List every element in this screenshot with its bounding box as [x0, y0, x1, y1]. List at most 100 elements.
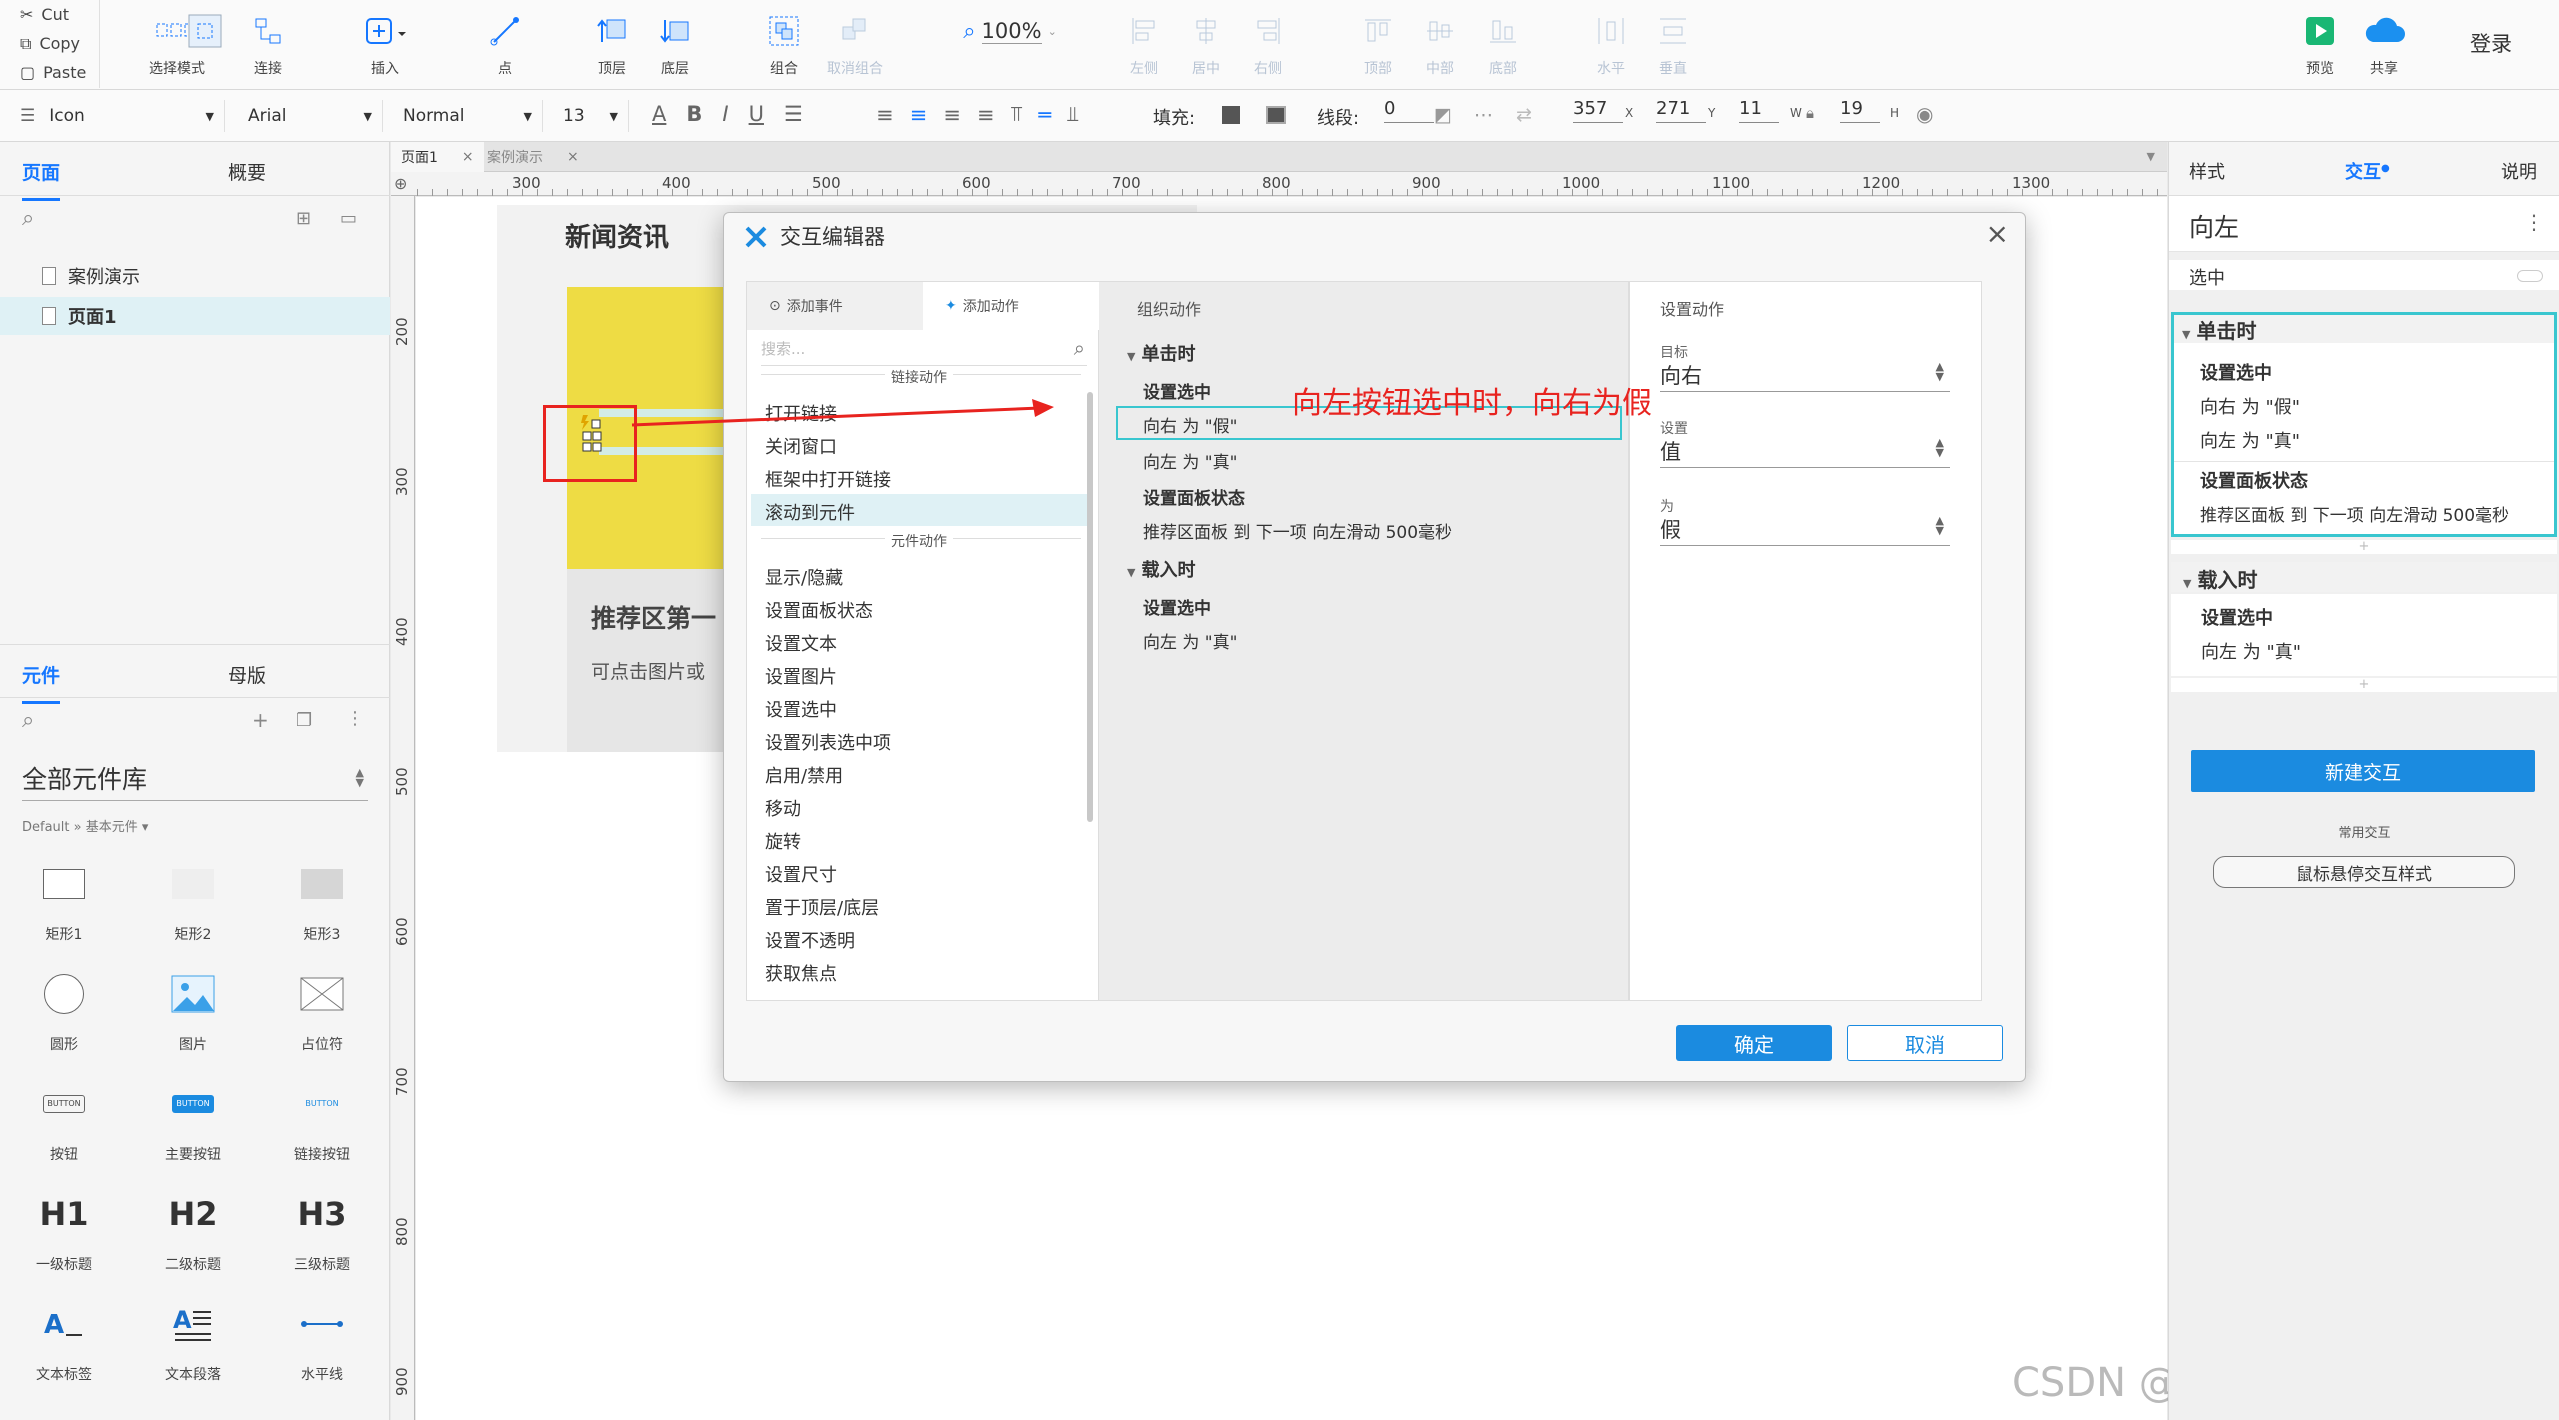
- italic-icon[interactable]: I: [722, 102, 728, 126]
- font-weight-select[interactable]: Normal ▼: [403, 100, 543, 132]
- state-selected-row[interactable]: 选中: [2169, 260, 2559, 290]
- widget-horizontal-line[interactable]: 水平线: [262, 1292, 382, 1384]
- close-icon[interactable]: ×: [567, 149, 579, 165]
- font-color-icon[interactable]: A: [652, 102, 666, 126]
- page-item-page1[interactable]: 页面1: [0, 297, 390, 335]
- width-input[interactable]: 11: [1739, 98, 1779, 123]
- close-icon[interactable]: ×: [462, 149, 474, 165]
- to-select[interactable]: 假 ▲ ▼: [1660, 510, 1950, 546]
- fill-color-swatch[interactable]: [1222, 106, 1240, 124]
- action-panel-next[interactable]: 推荐区面板 到 下一项 向左滑动 500毫秒: [1143, 518, 1452, 543]
- underline-icon[interactable]: U: [749, 102, 764, 126]
- height-input[interactable]: 19: [1840, 98, 1880, 123]
- ok-button[interactable]: 确定: [1676, 1025, 1832, 1061]
- widget-rect2[interactable]: 矩形2: [133, 852, 253, 944]
- element-name[interactable]: 向左: [2189, 208, 2239, 244]
- send-back-button[interactable]: 底层: [635, 10, 715, 78]
- tab-widgets[interactable]: 元件: [22, 661, 61, 704]
- cut-button[interactable]: ✂ Cut: [0, 0, 99, 29]
- tab-outline[interactable]: 概要: [228, 158, 266, 185]
- event-load[interactable]: ▼ 载入时: [1127, 556, 1195, 582]
- copy-button[interactable]: ⧉ Copy: [0, 29, 99, 58]
- action-search-field[interactable]: 搜索... ⌕: [761, 336, 1087, 366]
- tab-style[interactable]: 样式: [2189, 158, 2225, 184]
- insert-button[interactable]: 插入: [345, 10, 425, 78]
- lock-icon[interactable]: 🔒︎: [1806, 104, 1814, 122]
- align-text-center-icon[interactable]: ≡: [910, 103, 928, 127]
- add-case-icon[interactable]: +: [2171, 540, 2557, 554]
- more-icon[interactable]: ⋮: [2524, 210, 2544, 234]
- action-open-link-in-frame[interactable]: 框架中打开链接: [765, 466, 891, 492]
- tabs-overflow-icon[interactable]: ▼: [2147, 150, 2155, 163]
- widget-rect3[interactable]: 矩形3: [262, 852, 382, 944]
- action-close-window[interactable]: 关闭窗口: [765, 433, 837, 459]
- bullet-list-icon[interactable]: ☰: [784, 102, 803, 126]
- hover-style-button[interactable]: 鼠标悬停交互样式: [2213, 856, 2515, 888]
- action-scroll-to-widget[interactable]: 滚动到元件: [765, 499, 855, 525]
- case-set-panel-state[interactable]: 设置面板状态: [1143, 484, 1245, 509]
- add-folder-icon[interactable]: ▭: [340, 208, 357, 229]
- widget-search-icon[interactable]: ⌕: [22, 708, 34, 733]
- event-click-header[interactable]: ▼ 单击时: [2182, 315, 2256, 344]
- widget-h1[interactable]: H1 一级标题: [4, 1182, 124, 1274]
- load-action-left-true[interactable]: 向左 为 "真": [1143, 628, 1237, 653]
- distribute-v-button[interactable]: 垂直: [1633, 10, 1713, 78]
- cancel-button[interactable]: 取消: [1847, 1025, 2003, 1061]
- shadow-swatch[interactable]: [1266, 106, 1286, 124]
- style-select[interactable]: ☰ Icon ▼: [20, 100, 225, 132]
- valign-bottom-icon[interactable]: ⫫: [1067, 102, 1079, 127]
- event-click[interactable]: ▼ 单击时: [1127, 340, 1195, 366]
- arrow-style-icon[interactable]: ⇄: [1516, 104, 1532, 126]
- widget-h2[interactable]: H2 二级标题: [133, 1182, 253, 1274]
- stroke-pattern-icon[interactable]: ⋯: [1474, 104, 1493, 126]
- state-toggle[interactable]: [2517, 270, 2543, 282]
- case-set-panel-state[interactable]: 设置面板状态: [2200, 467, 2308, 493]
- action-set-selected[interactable]: 设置选中: [765, 696, 837, 722]
- y-input[interactable]: 271: [1656, 98, 1706, 123]
- tab-notes[interactable]: 说明: [2501, 158, 2537, 184]
- more-icon[interactable]: ⋮: [346, 708, 364, 729]
- action-bring-front-back[interactable]: 置于顶层/底层: [765, 894, 879, 920]
- target-select[interactable]: 向右 ▲ ▼: [1660, 356, 1950, 392]
- x-input[interactable]: 357: [1573, 98, 1623, 123]
- item-right-false[interactable]: 向右 为 "假": [2200, 393, 2300, 419]
- tab-add-event[interactable]: ⊙ 添加事件: [769, 296, 843, 316]
- tab-pages[interactable]: 页面: [22, 158, 61, 201]
- group-button[interactable]: 组合: [744, 10, 824, 78]
- font-family-select[interactable]: Arial ▼: [248, 100, 383, 132]
- align-bottom-button[interactable]: 底部: [1463, 10, 1543, 78]
- paste-button[interactable]: ▢ Paste: [0, 58, 99, 87]
- add-case-icon[interactable]: +: [2171, 678, 2557, 692]
- widget-rect1[interactable]: 矩形1: [4, 852, 124, 944]
- login-link[interactable]: 登录: [2470, 28, 2512, 58]
- library-select[interactable]: 全部元件库 ▲ ▼: [22, 760, 368, 801]
- action-set-text[interactable]: 设置文本: [765, 630, 837, 656]
- align-text-right-icon[interactable]: ≡: [943, 103, 961, 127]
- action-set-opacity[interactable]: 设置不透明: [765, 927, 855, 953]
- widget-text-label[interactable]: A 文本标签: [4, 1292, 124, 1384]
- action-show-hide[interactable]: 显示/隐藏: [765, 564, 843, 590]
- new-interaction-button[interactable]: 新建交互: [2191, 750, 2535, 792]
- action-set-size[interactable]: 设置尺寸: [765, 861, 837, 887]
- action-list-scrollbar[interactable]: [1087, 392, 1093, 822]
- case-set-selected[interactable]: 设置选中: [1143, 378, 1211, 403]
- connect-button[interactable]: 连接: [228, 10, 308, 78]
- share-button[interactable]: 共享: [2344, 10, 2424, 78]
- bold-icon[interactable]: B: [686, 102, 702, 126]
- action-rotate[interactable]: 旋转: [765, 828, 801, 854]
- action-focus[interactable]: 获取焦点: [765, 960, 837, 986]
- action-set-list-selected[interactable]: 设置列表选中项: [765, 729, 891, 755]
- search-icon[interactable]: ⌕: [22, 206, 34, 231]
- align-text-left-icon[interactable]: ≡: [876, 103, 894, 127]
- widget-circle[interactable]: 圆形: [4, 962, 124, 1054]
- close-icon[interactable]: ×: [1986, 217, 2009, 250]
- widget-placeholder[interactable]: 占位符: [262, 962, 382, 1054]
- load-set-selected[interactable]: 设置选中: [1143, 594, 1211, 619]
- zoom-control[interactable]: ⌕ 100% ⌄: [963, 10, 1057, 52]
- doc-tab-case-demo[interactable]: 案例演示 ×: [477, 142, 589, 172]
- set-select[interactable]: 值 ▲ ▼: [1660, 432, 1950, 468]
- load-event-card[interactable]: 设置选中 向左 为 "真": [2171, 594, 2557, 676]
- load-item-left-true[interactable]: 向左 为 "真": [2201, 638, 2301, 664]
- widget-image[interactable]: 图片: [133, 962, 253, 1054]
- doc-tab-page1[interactable]: 页面1 ×: [391, 142, 484, 172]
